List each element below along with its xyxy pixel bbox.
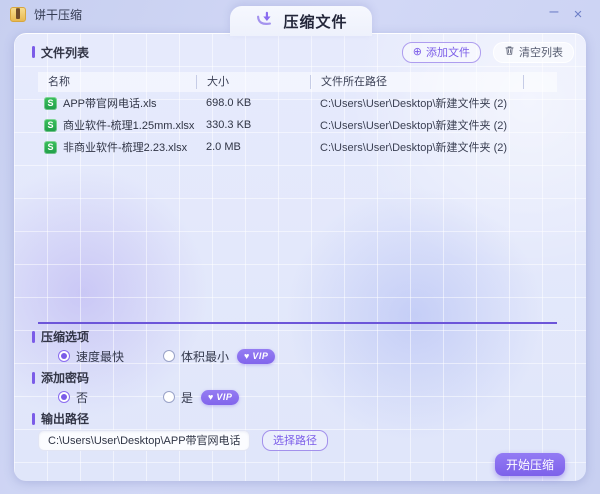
clear-list-button[interactable]: 清空列表 [493,42,574,63]
vip-badge[interactable]: ♥ VIP [201,390,239,405]
file-list-section-title: 文件列表 [32,44,89,61]
spreadsheet-file-icon: S [44,119,57,132]
section-accent-bar [32,331,35,343]
heart-icon: ♥ [208,393,213,402]
tab-label: 压缩文件 [283,11,347,32]
table-header-row: 名称 大小 文件所在路径 [38,72,557,92]
window-title: 饼干压缩 [34,6,82,23]
radio-unselected-icon [163,391,175,403]
radio-selected-icon [58,391,70,403]
file-path: C:\Users\User\Desktop\新建文件夹 (2) [310,139,557,155]
column-header-name: 名称 [38,75,196,89]
output-section-title: 输出路径 [32,410,89,427]
section-accent-bar [32,413,35,425]
output-path-row: 选择路径 [38,429,328,451]
section-accent-bar [32,372,35,384]
file-size: 330.3 KB [196,119,310,131]
column-header-path: 文件所在路径 [310,75,523,89]
radio-password-no[interactable]: 否 [58,389,163,406]
password-radio-row: 否 是 ♥ VIP [58,387,239,407]
file-path: C:\Users\User\Desktop\新建文件夹 (2) [310,117,557,133]
close-button[interactable]: × [566,3,590,25]
column-header-end [523,75,557,89]
start-compress-button[interactable]: 开始压缩 [495,453,565,476]
file-size: 698.0 KB [196,97,310,109]
choose-path-button[interactable]: 选择路径 [262,430,328,451]
table-row[interactable]: S 非商业软件-梳理2.23.xlsx 2.0 MB C:\Users\User… [38,136,557,158]
file-path: C:\Users\User\Desktop\新建文件夹 (2) [310,95,557,111]
download-icon [254,9,274,34]
zipper-icon [16,9,20,19]
file-name: 商业软件-梳理1.25mm.xlsx [63,117,194,133]
file-name: APP带官网电话.xls [63,95,157,111]
file-list-header: 文件列表 ⊕ 添加文件 清空列表 [14,33,586,71]
password-section-title: 添加密码 [32,369,89,386]
table-row[interactable]: S 商业软件-梳理1.25mm.xlsx 330.3 KB C:\Users\U… [38,114,557,136]
circle-plus-icon: ⊕ [413,47,422,58]
spreadsheet-file-icon: S [44,141,57,154]
radio-unselected-icon [163,350,175,362]
add-files-button[interactable]: ⊕ 添加文件 [402,42,481,63]
radio-fastest[interactable]: 速度最快 [58,348,163,365]
output-path-input[interactable] [38,430,250,451]
main-panel: 文件列表 ⊕ 添加文件 清空列表 名称 大小 文件所在路径 S APP [14,33,586,481]
column-header-size: 大小 [196,75,310,89]
minimize-button[interactable]: – [542,3,566,25]
vip-badge[interactable]: ♥ VIP [237,349,275,364]
heart-icon: ♥ [244,352,249,361]
table-row[interactable]: S APP带官网电话.xls 698.0 KB C:\Users\User\De… [38,92,557,114]
radio-password-yes[interactable]: 是 [163,389,193,406]
app-icon [10,7,26,22]
section-accent-bar [32,46,35,58]
radio-smallest[interactable]: 体积最小 [163,348,229,365]
file-name: 非商业软件-梳理2.23.xlsx [63,139,187,155]
file-list-table: 名称 大小 文件所在路径 S APP带官网电话.xls 698.0 KB C:\… [38,72,557,324]
compress-options-section-title: 压缩选项 [32,328,89,345]
tab-compress-file[interactable]: 压缩文件 [230,6,372,36]
trash-icon [504,45,515,59]
file-size: 2.0 MB [196,141,310,153]
compress-options-radio-row: 速度最快 体积最小 ♥ VIP [58,346,275,366]
radio-selected-icon [58,350,70,362]
spreadsheet-file-icon: S [44,97,57,110]
